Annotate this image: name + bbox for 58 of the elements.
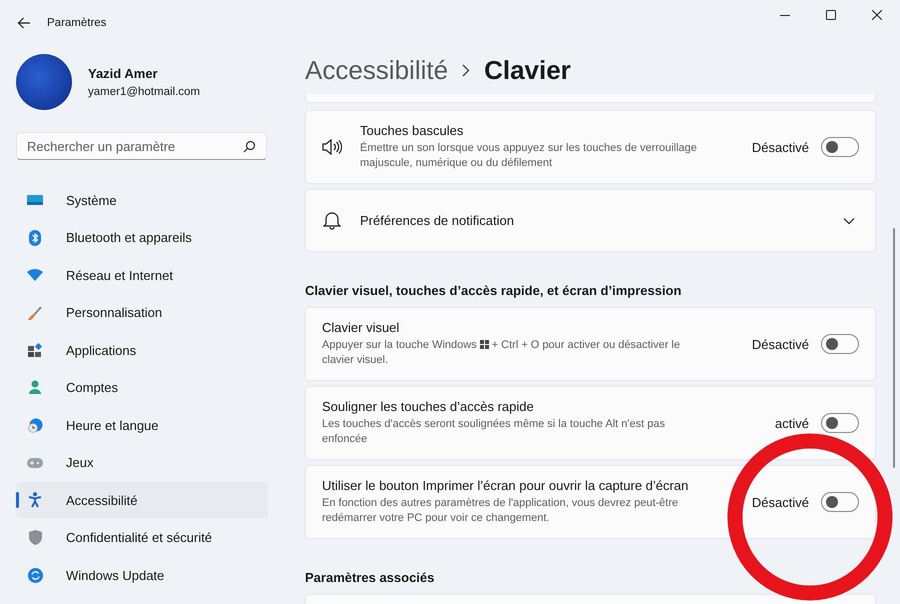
update-icon [28,568,42,582]
breadcrumb-link[interactable]: Accessibilité [305,54,448,86]
sidebar-item[interactable]: Système [16,182,268,218]
chevron-right-icon [462,64,470,76]
search-field[interactable]: Rechercher un paramètre [16,132,267,160]
sidebar-item[interactable]: Heure et langue [16,407,268,443]
setting-description: Émettre un son lorsque vous appuyez sur les touches de verrouillage majuscule, numérique ou du défilement [360,141,698,171]
minimize-icon [780,14,790,16]
bell-icon [323,211,341,230]
sidebar-item[interactable]: Comptes [16,370,268,406]
toggle-status: activé [775,416,809,430]
apps-icon [28,343,42,357]
accessibility-icon [28,492,42,508]
close-icon [872,10,882,20]
expander-card[interactable]: Préférences de notification [305,189,876,252]
window-title: Paramètres [47,17,108,29]
speaker-icon [322,139,342,155]
setting-description: En fonction des autres paramètres de l'application, vous devrez peut-être redémarrer votre PC pour voir ce changement. [322,496,680,526]
toggle-switch[interactable] [821,413,859,433]
section-heading: Paramètres associés [305,570,436,585]
sidebar-item[interactable]: Confidentialité et sécurité [16,520,268,556]
person-icon [29,380,41,395]
setting-description: Appuyer sur la touche Windows + Ctrl + O pour activer ou désactiver le clavier visuel. [322,338,681,368]
sidebar-item[interactable]: Windows Update [16,557,268,593]
setting-title: Préférences de notification [360,213,515,228]
clock-globe-icon [28,418,42,432]
toggle-status: Désactivé [752,140,809,154]
sidebar-item[interactable]: Réseau et Internet [16,257,268,293]
sidebar-item[interactable]: Bluetooth et appareils [16,220,268,256]
sidebar-item[interactable]: Jeux [16,444,268,480]
scrollbar[interactable] [893,228,895,468]
brush-icon [28,306,42,320]
maximize-icon [826,10,836,20]
section-heading: Clavier visuel, touches d’accès rapide, et écran d’impression [305,283,682,298]
setting-title: Clavier visuel [322,320,400,335]
setting-title: Utiliser le bouton Imprimer l’écran pour ouvrir la capture d’écran [322,478,690,493]
toggle-status: Désactivé [752,336,809,352]
toggle-status: Désactivé [752,494,809,510]
toggle-switch[interactable] [821,334,859,354]
sidebar-item[interactable]: Personnalisation [16,294,268,330]
account-name: Yazid Amer [88,66,159,81]
shield-icon [28,530,42,545]
setting-description: Les touches d'accès seront soulignées même si la touche Alt n'est pas enfoncée [322,417,666,447]
sidebar-item[interactable]: Accessibilité [16,482,268,518]
bluetooth-icon [29,230,41,246]
monitor-icon [27,194,43,206]
back-arrow-icon[interactable] [17,17,31,29]
windows-logo-icon [480,340,489,349]
gamepad-icon [27,458,43,468]
toggle-switch[interactable] [821,492,859,512]
account-email: yamer1@hotmail.com [88,86,200,98]
search-icon [243,140,256,153]
wifi-icon [27,269,43,281]
setting-title: Touches bascules [360,123,464,138]
page-title: Clavier [484,54,571,86]
toggle-switch[interactable] [821,137,859,157]
sidebar-item[interactable]: Applications [16,332,268,368]
setting-title: Souligner les touches d’accès rapide [322,399,535,414]
